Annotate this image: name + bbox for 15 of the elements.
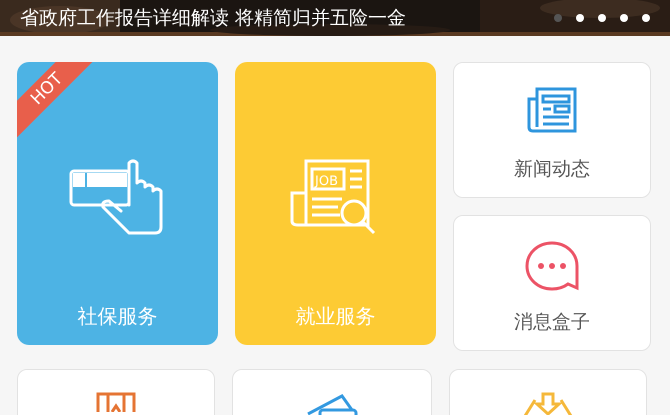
bookmark-icon xyxy=(96,392,136,412)
service-tile[interactable]: 消息盒子 xyxy=(453,215,651,351)
service-tile[interactable] xyxy=(232,369,432,415)
tile-label: 消息盒子 xyxy=(514,310,590,334)
tile-label: 就业服务 xyxy=(296,303,376,330)
service-tile[interactable]: 新闻动态 xyxy=(453,62,651,198)
chat-bubble-icon xyxy=(524,240,580,292)
news-banner[interactable]: 省政府工作报告详细解读 将精简归并五险一金 xyxy=(0,0,670,36)
banner-headline: 省政府工作报告详细解读 将精简归并五险一金 xyxy=(20,6,406,31)
tile-label: 新闻动态 xyxy=(514,156,590,182)
service-tile[interactable] xyxy=(17,369,215,415)
tile-label: 社保服务 xyxy=(78,303,158,330)
service-tile[interactable] xyxy=(449,369,647,415)
newspaper-icon xyxy=(527,87,577,133)
download-tray-icon xyxy=(523,392,573,415)
